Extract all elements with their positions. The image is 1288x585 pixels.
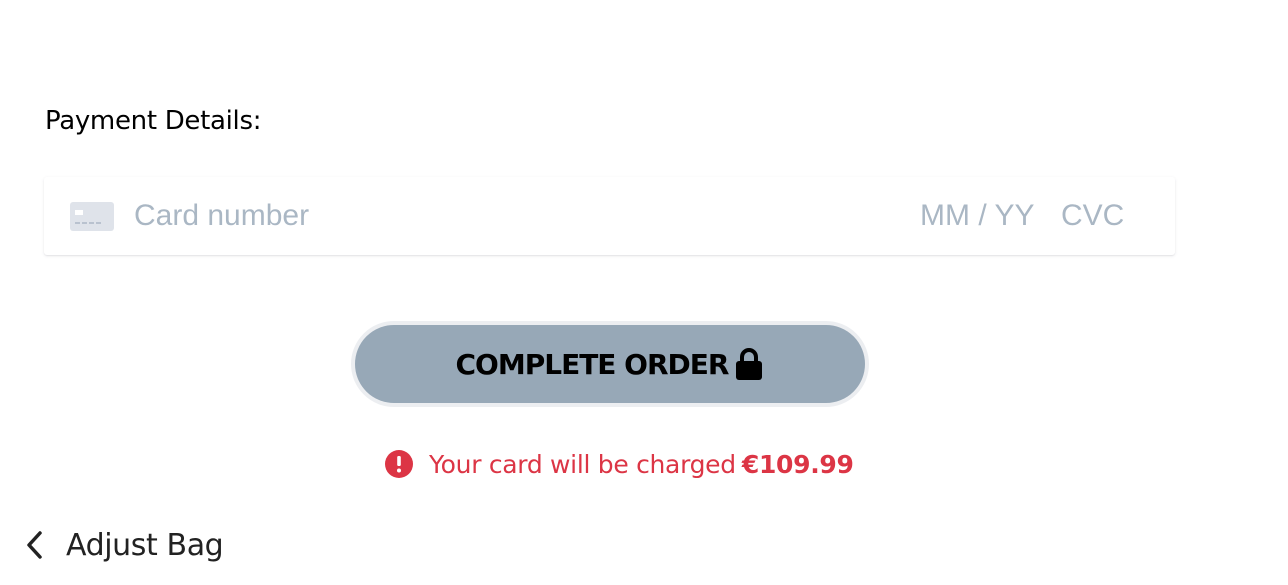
card-cvc-input[interactable] xyxy=(1061,195,1141,237)
lock-icon xyxy=(736,348,763,380)
chevron-left-icon xyxy=(27,531,42,559)
charge-text: Your card will be charged xyxy=(429,449,736,479)
payment-details-label: Payment Details: xyxy=(45,106,262,136)
credit-card-icon xyxy=(70,202,114,231)
card-expiry-input[interactable] xyxy=(920,195,1046,237)
adjust-bag-label: Adjust Bag xyxy=(66,527,224,563)
complete-order-label: COMPLETE ORDER xyxy=(455,347,730,381)
complete-order-button[interactable]: COMPLETE ORDER xyxy=(351,321,869,407)
alert-circle-icon xyxy=(385,450,413,478)
charge-amount: €109.99 xyxy=(741,449,854,479)
card-number-input[interactable] xyxy=(134,195,894,237)
card-element[interactable] xyxy=(44,177,1175,255)
charge-notice: Your card will be charged €109.99 xyxy=(385,447,854,481)
adjust-bag-link[interactable]: Adjust Bag xyxy=(24,524,224,566)
